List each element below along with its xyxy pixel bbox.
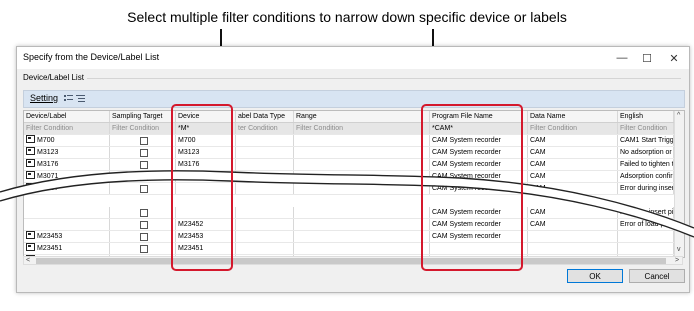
device-column-highlight (171, 104, 233, 271)
omission-wave-lines (0, 170, 694, 238)
program-file-name-highlight (421, 104, 523, 271)
